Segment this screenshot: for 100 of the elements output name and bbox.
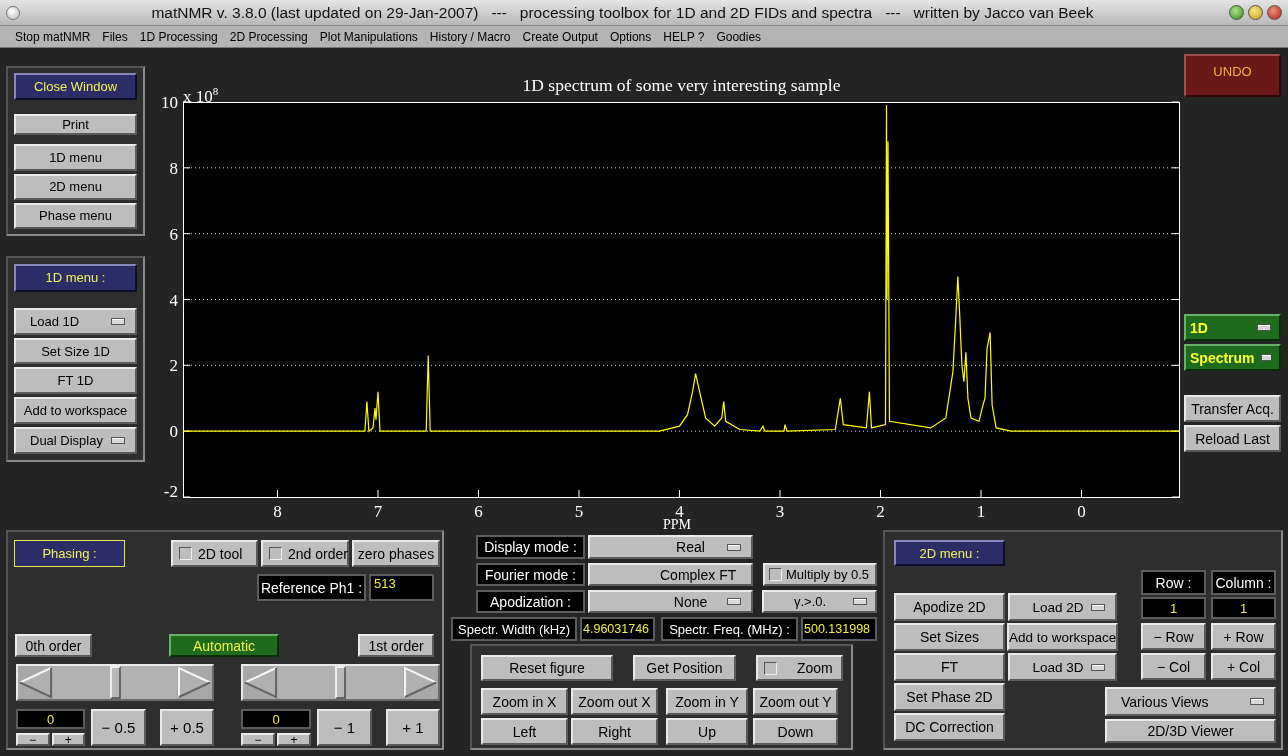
input-field[interactable]: 1: [1141, 597, 1206, 619]
axis-tick-label: -2: [163, 482, 178, 501]
menu-button[interactable]: Transfer Acq.: [1184, 395, 1281, 422]
menu-item[interactable]: Options: [603, 27, 658, 46]
axis-tick-label: 4: [169, 290, 178, 310]
viewer-button[interactable]: 2D/3D Viewer: [1105, 719, 1276, 743]
window-menu-button[interactable]: [6, 5, 20, 20]
dropdown[interactable]: Load 3D: [1008, 653, 1117, 681]
step-button[interactable]: − Col: [1141, 653, 1206, 680]
slider[interactable]: [241, 664, 440, 701]
menu-item[interactable]: Plot Manipulations: [313, 27, 424, 46]
menu-item[interactable]: Goodies: [710, 27, 768, 46]
step-button[interactable]: − Row: [1141, 623, 1206, 650]
menu-item[interactable]: 2D Processing: [223, 27, 314, 46]
axis-tick-label: 10: [161, 93, 178, 112]
pan-button[interactable]: Left: [481, 718, 568, 745]
field-label: Display mode :: [476, 535, 585, 559]
step-button[interactable]: + Col: [1211, 653, 1276, 680]
checkbox[interactable]: [764, 661, 777, 675]
menu-item[interactable]: Files: [96, 27, 134, 46]
menu-item[interactable]: Stop matNMR: [9, 27, 97, 46]
left-arrow-icon[interactable]: [243, 666, 278, 699]
dropdown[interactable]: Real: [588, 535, 753, 559]
input-field[interactable]: 0: [241, 709, 311, 729]
input-field[interactable]: 0: [16, 709, 85, 729]
dropdown[interactable]: γ.>.0.: [762, 590, 877, 613]
zoom-button[interactable]: Zoom out X: [571, 688, 658, 715]
step-button[interactable]: − 1: [317, 709, 372, 746]
dropdown[interactable]: Complex FT: [588, 563, 753, 586]
menu-button[interactable]: Add to workspace: [1007, 623, 1119, 651]
input-field[interactable]: 513: [369, 574, 434, 601]
dropdown[interactable]: Load 1D: [14, 307, 137, 335]
menu-button[interactable]: 2D menu: [14, 173, 137, 200]
menu-item[interactable]: 1D Processing: [133, 27, 224, 46]
checkbox[interactable]: [179, 547, 192, 560]
dropdown[interactable]: Various Views: [1105, 687, 1276, 716]
step-button[interactable]: + 0.5: [160, 709, 214, 746]
zoom-button[interactable]: Zoom in X: [481, 688, 568, 715]
menu-button[interactable]: Set Phase 2D: [894, 683, 1005, 711]
window-control-button[interactable]: [1229, 5, 1244, 20]
close-window-button[interactable]: Close Window: [14, 73, 137, 101]
increment-button[interactable]: +: [277, 733, 311, 746]
dropdown[interactable]: Spectrum: [1184, 344, 1281, 371]
menu-button[interactable]: Add to workspace: [14, 397, 137, 425]
right-arrow-icon[interactable]: [403, 666, 438, 699]
automatic-button[interactable]: Automatic: [169, 634, 279, 657]
checkbox[interactable]: [769, 568, 782, 581]
close-button[interactable]: [1267, 5, 1282, 20]
get-position-button[interactable]: Get Position: [633, 655, 736, 681]
dropdown[interactable]: Dual Display: [14, 427, 137, 454]
menu-button[interactable]: FT 1D: [14, 367, 137, 395]
slider-thumb[interactable]: [109, 666, 121, 699]
zoom-button[interactable]: Zoom out Y: [753, 688, 838, 715]
toggle-button[interactable]: Zoom: [756, 655, 843, 681]
menu-button[interactable]: Set Sizes: [894, 623, 1005, 651]
zoom-button[interactable]: Zoom in Y: [666, 688, 748, 715]
menu-button[interactable]: 0th order: [15, 634, 92, 657]
menu-item[interactable]: HELP ?: [657, 27, 711, 46]
increment-button[interactable]: +: [51, 733, 85, 746]
input-field[interactable]: 4.96031746: [580, 617, 655, 641]
decrement-button[interactable]: −: [16, 733, 50, 746]
window-control-button[interactable]: [1248, 5, 1263, 20]
axis-tick-label: 0: [169, 422, 178, 442]
menu-button[interactable]: 1st order: [358, 634, 434, 657]
menu-button[interactable]: FT: [894, 653, 1005, 681]
toggle-button[interactable]: 2nd order: [261, 540, 349, 567]
menu-item[interactable]: History / Macro: [423, 27, 517, 46]
step-button[interactable]: − 0.5: [91, 709, 146, 746]
menu-button[interactable]: Apodize 2D: [894, 593, 1005, 621]
dropdown[interactable]: 1D: [1184, 314, 1281, 341]
slider-thumb[interactable]: [335, 666, 346, 699]
pan-button[interactable]: Up: [666, 718, 748, 745]
right-arrow-icon[interactable]: [177, 666, 212, 699]
menu-button[interactable]: Set Size 1D: [14, 337, 137, 365]
left-arrow-icon[interactable]: [18, 666, 53, 699]
input-field[interactable]: 1: [1211, 597, 1276, 619]
menu-button[interactable]: DC Correction: [894, 713, 1005, 741]
step-button[interactable]: + Row: [1211, 623, 1276, 650]
menu-button[interactable]: Print: [14, 114, 137, 136]
menu-button[interactable]: Reload Last: [1184, 425, 1281, 452]
pan-button[interactable]: Down: [753, 718, 838, 745]
dropdown[interactable]: Load 2D: [1008, 593, 1117, 621]
menu-button[interactable]: 1D menu: [14, 144, 137, 171]
slider[interactable]: [16, 664, 214, 701]
dropdown[interactable]: None: [588, 590, 753, 613]
zero-phases-button[interactable]: zero phases: [352, 540, 440, 567]
axis-label: PPM: [663, 517, 691, 532]
axis-tick-label: 6: [169, 224, 178, 244]
toggle-button[interactable]: Multiply by 0.5: [763, 563, 877, 586]
toggle-button[interactable]: 2D tool: [171, 540, 258, 567]
axis-tick-label: 3: [775, 502, 785, 521]
reset-figure-button[interactable]: Reset figure: [481, 655, 613, 681]
step-button[interactable]: + 1: [386, 709, 440, 746]
checkbox[interactable]: [269, 547, 282, 560]
input-field[interactable]: 500.131998: [801, 617, 877, 641]
undo-button[interactable]: UNDO: [1184, 54, 1281, 97]
pan-button[interactable]: Right: [571, 718, 658, 745]
menu-item[interactable]: Create Output: [516, 27, 604, 46]
decrement-button[interactable]: −: [241, 733, 275, 746]
menu-button[interactable]: Phase menu: [14, 202, 137, 229]
